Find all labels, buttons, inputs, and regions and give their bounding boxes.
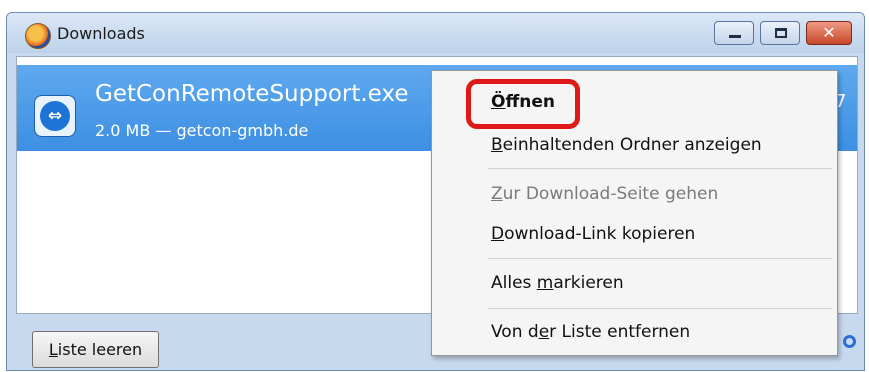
- search-icon[interactable]: [843, 335, 856, 348]
- menu-item-show-in-folder[interactable]: Beinhaltenden Ordner anzeigen: [491, 135, 762, 155]
- window-controls: ✕: [714, 21, 852, 45]
- minimize-button[interactable]: [714, 21, 754, 45]
- menu-item-remove-from-list[interactable]: Von der Liste entfernen: [491, 322, 690, 342]
- window-title: Downloads: [57, 24, 145, 43]
- maximize-button[interactable]: [760, 21, 800, 45]
- menu-separator: [488, 168, 832, 169]
- title-bar[interactable]: Downloads ✕: [7, 13, 864, 53]
- menu-separator: [488, 258, 832, 259]
- close-icon: ✕: [822, 23, 836, 42]
- close-button[interactable]: ✕: [806, 21, 852, 45]
- clear-list-label: Liste leeren: [48, 340, 143, 359]
- teamviewer-file-icon: ⇔: [34, 95, 76, 137]
- menu-separator: [488, 308, 832, 309]
- minimize-icon: [729, 35, 741, 38]
- menu-item-select-all[interactable]: Alles markieren: [491, 273, 624, 293]
- maximize-icon: [775, 28, 787, 38]
- download-meta: 2.0 MB — getcon-gmbh.de: [95, 121, 309, 140]
- menu-item-copy-download-link[interactable]: Download-Link kopieren: [491, 224, 695, 244]
- firefox-icon: [25, 23, 51, 49]
- highlight-annotation: [466, 79, 580, 129]
- download-file-name: GetConRemoteSupport.exe: [95, 81, 409, 107]
- menu-item-go-to-download-page[interactable]: Zur Download-Seite gehen: [491, 184, 718, 204]
- clear-list-button[interactable]: Liste leeren: [32, 331, 159, 368]
